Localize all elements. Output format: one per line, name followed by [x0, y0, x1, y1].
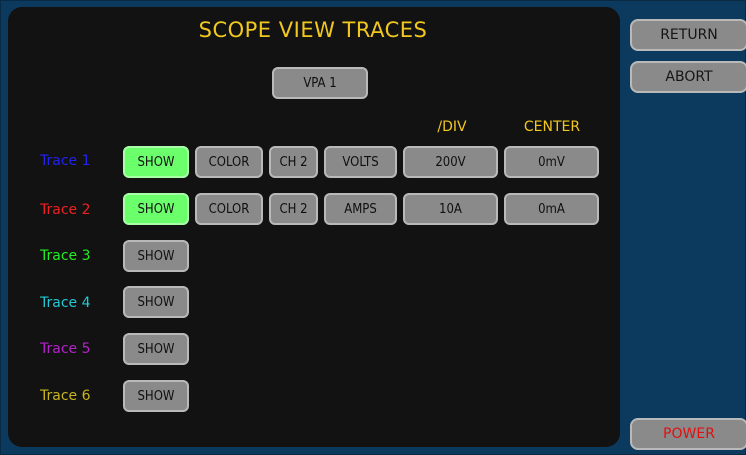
trace-1-show-button[interactable]: SHOW [123, 146, 189, 178]
return-button[interactable]: RETURN [630, 19, 746, 51]
trace-1-center-button[interactable]: 0mV [504, 146, 599, 178]
trace-1-channel-button[interactable]: CH 2 [269, 146, 318, 178]
trace-2-per-div-button[interactable]: 10A [403, 193, 498, 225]
trace-1-unit-button[interactable]: VOLTS [324, 146, 397, 178]
source-button[interactable]: VPA 1 [272, 67, 368, 99]
trace-2-channel-button[interactable]: CH 2 [269, 193, 318, 225]
center-header: CENTER [523, 119, 581, 135]
trace-1-color-button[interactable]: COLOR [195, 146, 263, 178]
trace-2-show-button[interactable]: SHOW [123, 193, 189, 225]
trace-1-label: Trace 1 [40, 153, 91, 169]
trace-2-unit-button[interactable]: AMPS [324, 193, 397, 225]
trace-1-per-div-button[interactable]: 200V [403, 146, 498, 178]
trace-3-show-button[interactable]: SHOW [123, 240, 189, 272]
power-button[interactable]: POWER [630, 418, 746, 450]
abort-button[interactable]: ABORT [630, 61, 746, 93]
trace-4-show-button[interactable]: SHOW [123, 286, 189, 318]
trace-2-label: Trace 2 [40, 202, 91, 218]
trace-6-show-button[interactable]: SHOW [123, 380, 189, 412]
trace-5-show-button[interactable]: SHOW [123, 333, 189, 365]
trace-5-label: Trace 5 [40, 341, 91, 357]
trace-3-label: Trace 3 [40, 248, 91, 264]
page-title: SCOPE VIEW TRACES [198, 18, 428, 42]
trace-2-color-button[interactable]: COLOR [195, 193, 263, 225]
trace-6-label: Trace 6 [40, 388, 91, 404]
trace-4-label: Trace 4 [40, 295, 91, 311]
trace-2-center-button[interactable]: 0mA [504, 193, 599, 225]
per-div-header: /DIV [437, 119, 467, 135]
